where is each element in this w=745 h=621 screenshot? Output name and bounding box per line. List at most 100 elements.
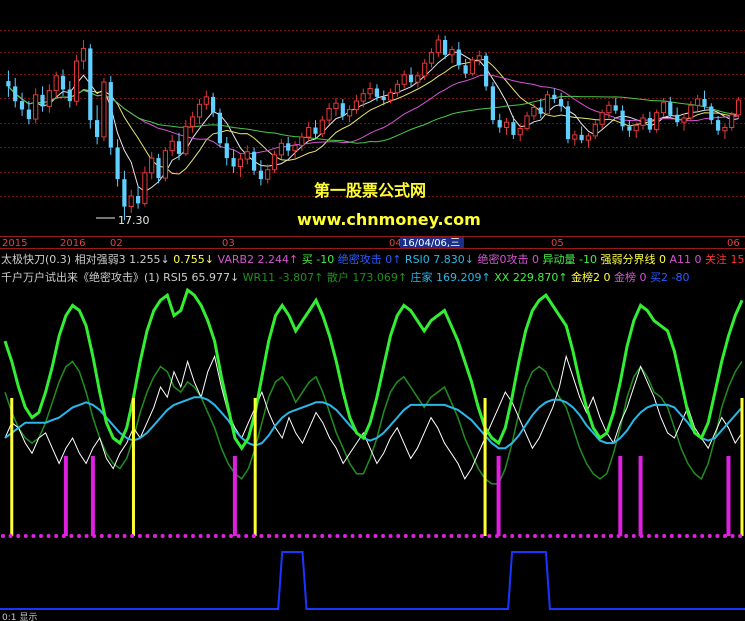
baseline-dot — [221, 534, 226, 538]
baseline-dot — [213, 534, 218, 538]
stock-chart[interactable]: 17.30 第一股票公式网 www.chnmoney.com 2015 2016… — [0, 0, 745, 621]
baseline-dot — [358, 534, 363, 538]
indicator-legend-item: XX 229.870↑ — [491, 271, 568, 284]
candle-body-down — [381, 96, 386, 101]
baseline-dot — [669, 534, 674, 538]
baseline-dot — [654, 534, 659, 538]
candle-body-up — [633, 124, 639, 132]
baseline-dot — [548, 534, 553, 538]
candle-body-up — [387, 92, 394, 101]
indicator-legend-item: 相对强弱3 1.255↓ — [71, 252, 170, 266]
baseline-dot — [609, 534, 613, 538]
baseline-dot — [487, 534, 492, 538]
baseline-dot — [198, 534, 203, 538]
indicator-legend-row-1: 太极快刀(0.3) 相对强弱3 1.255↓ 0.755↓ VARB2 2.24… — [1, 252, 745, 266]
candle-body-down — [709, 106, 714, 121]
baseline-dot — [229, 534, 233, 538]
candle-body-up — [292, 144, 298, 152]
baseline-dot — [624, 534, 629, 538]
baseline-dot — [137, 534, 142, 538]
candle-body-up — [504, 121, 510, 128]
baseline-dot — [525, 534, 530, 538]
indicator-legend-item: 关注 15 — [702, 252, 745, 266]
candle-body-up — [278, 142, 284, 156]
baseline-dot — [578, 534, 583, 538]
baseline-dot — [335, 534, 340, 538]
candle-body-up — [360, 93, 366, 102]
baseline-dot — [388, 534, 393, 538]
baseline-dot — [738, 534, 743, 538]
candle-body-down — [443, 40, 448, 55]
candle-body-up — [33, 94, 39, 120]
time-label-2016: 2016 — [60, 238, 85, 249]
candle-body-up — [660, 101, 667, 114]
candle-body-up — [237, 158, 244, 168]
candle-body-down — [19, 101, 25, 110]
candle-body-down — [136, 196, 141, 204]
candle-body-down — [40, 94, 45, 107]
candle-body-up — [53, 75, 59, 92]
baseline-dot — [441, 534, 446, 538]
candle-body-up — [599, 112, 605, 125]
candle-body-up — [74, 60, 80, 102]
watermark-title: 第一股票公式网 — [314, 181, 426, 200]
baseline-dot — [540, 534, 545, 538]
baseline-dot — [168, 534, 173, 538]
time-label-06: 06 — [727, 238, 740, 249]
candle-body-up — [306, 127, 312, 138]
candle-body-down — [552, 94, 557, 99]
candle-body-up — [524, 115, 530, 130]
baseline-dot — [396, 534, 401, 538]
baseline-dot — [510, 534, 515, 538]
watermark-url: www.chnmoney.com — [297, 210, 481, 229]
indicator-legend-row-2: 千户万户试出来《绝密攻击》(1) RSI5 65.977↓ WR11 -3.80… — [1, 270, 690, 284]
baseline-dot — [723, 534, 727, 538]
baseline-dot — [1, 534, 5, 538]
baseline-dot — [593, 534, 598, 538]
indicator-legend-item: 千户万户试出来《绝密攻击》(1) — [1, 270, 160, 284]
candle-body-down — [122, 179, 127, 207]
time-label-03: 03 — [222, 238, 235, 249]
baseline-dot — [350, 534, 355, 538]
candle-body-down — [647, 118, 652, 130]
baseline-dot — [662, 534, 667, 538]
baseline-dot — [517, 534, 522, 538]
candle-body-down — [511, 122, 516, 135]
candle-body-up — [688, 104, 694, 119]
time-label-2015: 2015 — [2, 238, 27, 249]
baseline-dot — [77, 534, 81, 538]
baseline-dot — [274, 534, 279, 538]
baseline-dot — [244, 534, 249, 538]
indicator-legend-item: 0.755↓ — [170, 253, 214, 266]
baseline-dot — [115, 534, 119, 538]
candle-body-up — [319, 119, 325, 135]
candle-body-down — [60, 75, 66, 90]
low-price-label: 17.30 — [118, 214, 150, 227]
candle-body-down — [374, 88, 379, 97]
candle-body-up — [299, 136, 305, 146]
indicator-legend-item: 散户 173.069↑ — [323, 270, 407, 284]
baseline-dot — [479, 534, 484, 538]
candle-body-down — [286, 143, 291, 151]
baseline-dot — [502, 534, 507, 538]
candle-body-up — [606, 104, 612, 114]
candle-body-up — [428, 52, 435, 64]
candle-body-down — [95, 120, 100, 137]
candle-body-up — [353, 100, 359, 110]
indicator-legend-item: 买2 -80 — [647, 271, 690, 284]
baseline-dot — [616, 534, 621, 538]
candle-body-up — [572, 134, 578, 140]
candle-body-down — [6, 81, 11, 87]
indicator-legend-item: 绝密攻击 0↑ — [334, 252, 401, 266]
candle-body-up — [517, 128, 523, 136]
candle-body-down — [484, 55, 489, 87]
baseline-dot — [8, 534, 13, 538]
candle-body-up — [183, 125, 189, 155]
baseline-dot — [259, 534, 264, 538]
candle-body-up — [415, 75, 421, 83]
baseline-dot — [175, 534, 180, 538]
baseline-dot — [365, 534, 370, 538]
candle-body-down — [716, 120, 721, 131]
indicator-legend-item: 买 -10 — [298, 253, 334, 266]
candle-body-down — [456, 49, 461, 66]
